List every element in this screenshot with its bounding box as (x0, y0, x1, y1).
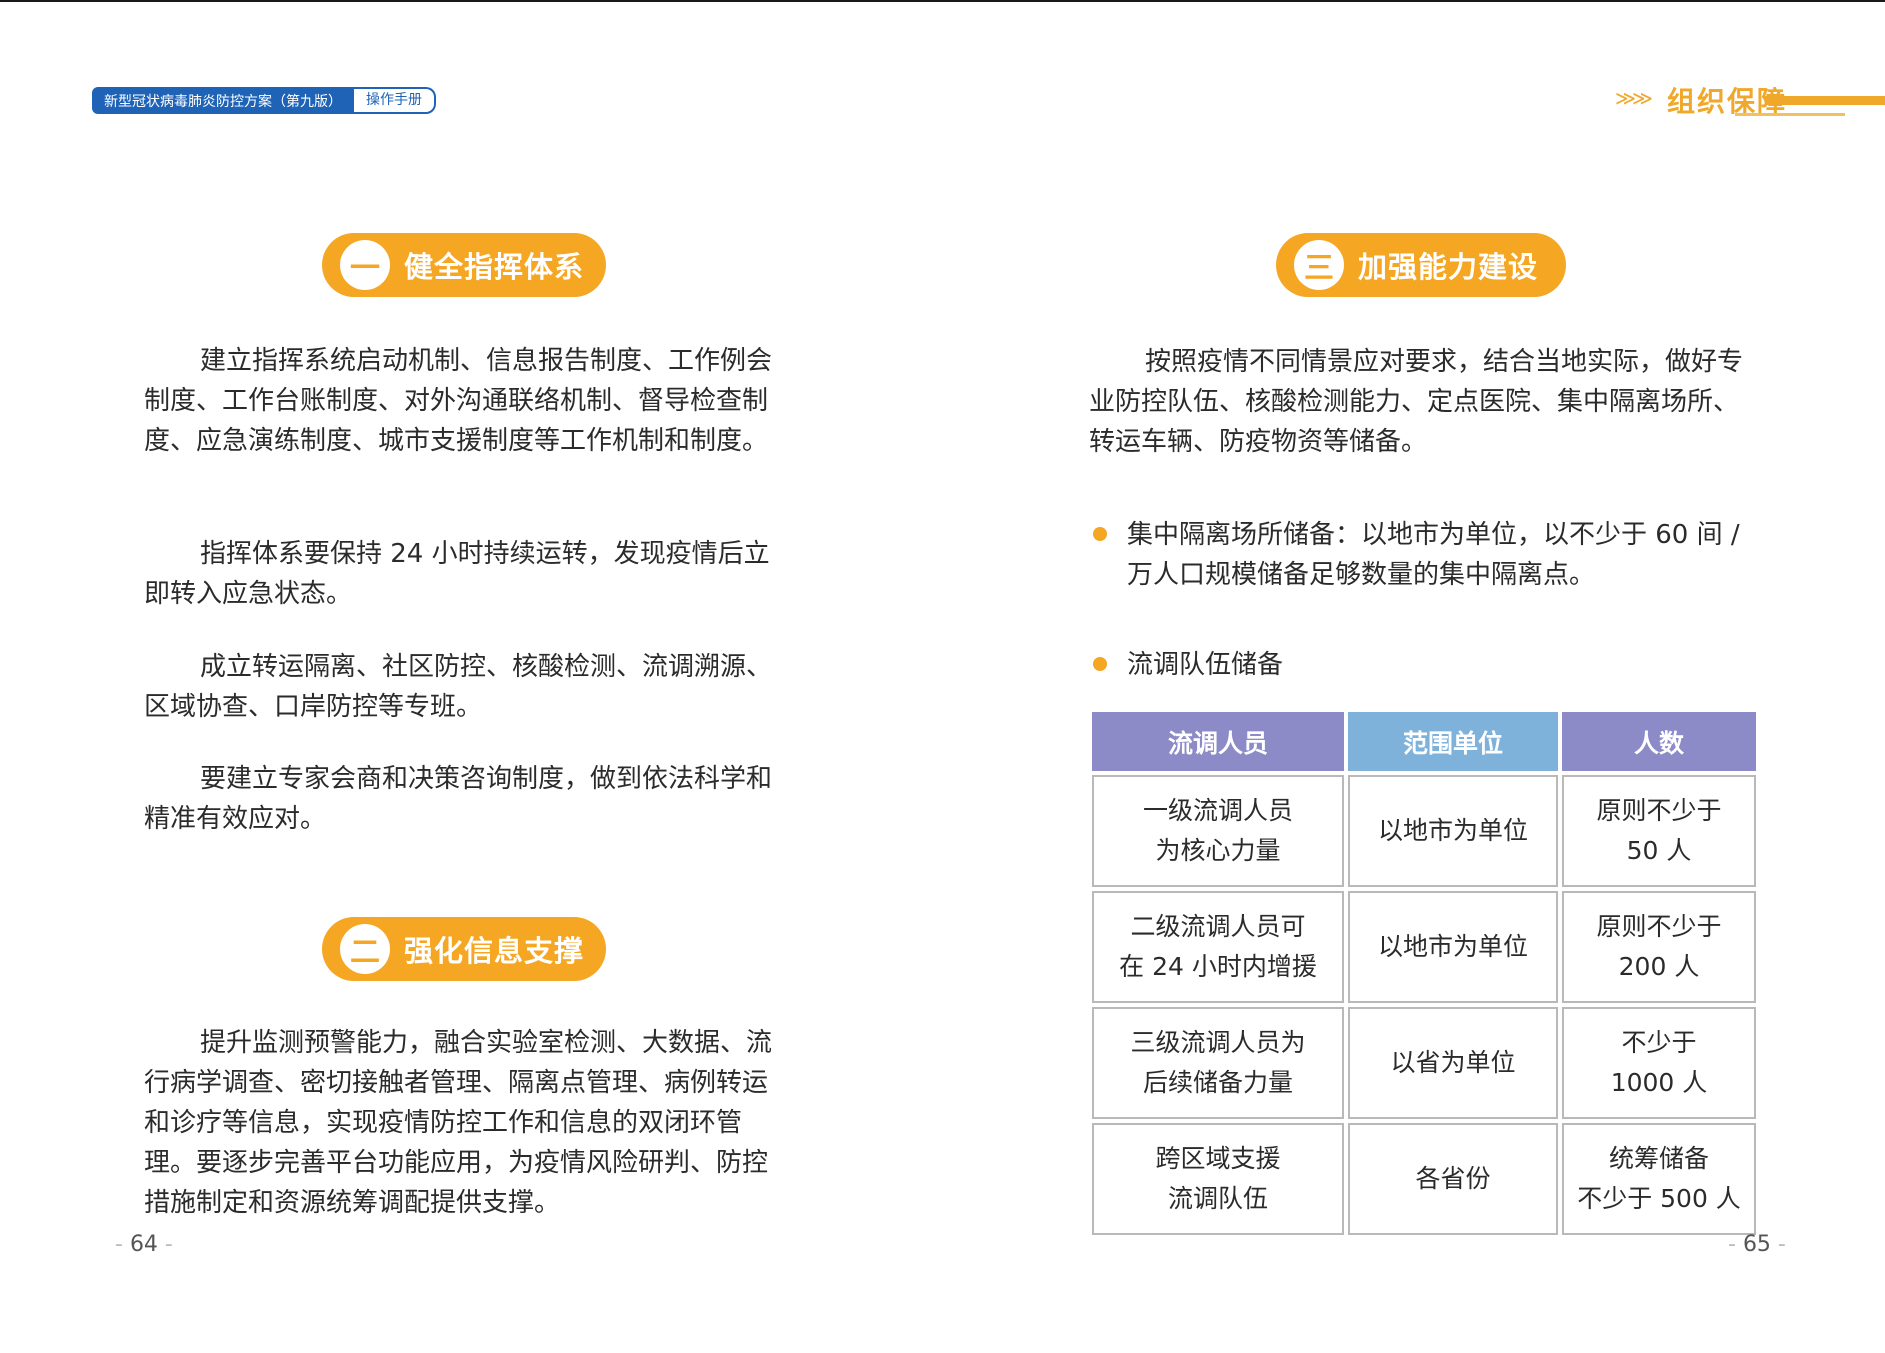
bullet-dot-icon (1093, 657, 1107, 671)
table-cell: 以地市为单位 (1348, 891, 1558, 1003)
section-title-2: 强化信息支撑 (404, 934, 585, 968)
table-cell: 统筹储备 不少于 500 人 (1562, 1123, 1756, 1235)
table-cell: 原则不少于 200 人 (1562, 891, 1756, 1003)
section-title-1: 健全指挥体系 (404, 250, 585, 284)
table-cell: 原则不少于 50 人 (1562, 775, 1756, 887)
paragraph: 指挥体系要保持 24 小时持续运转，发现疫情后立即转入应急状态。 (144, 539, 770, 609)
table-cell: 各省份 (1348, 1123, 1558, 1235)
page-number-right: - 65 - (1728, 1232, 1786, 1257)
header-accent-bar (1765, 96, 1885, 105)
header-accent-line (1735, 113, 1845, 116)
table-cell: 以地市为单位 (1348, 775, 1558, 887)
section-number-2: 二 (340, 924, 390, 974)
section-heading-2: 二 强化信息支撑 (322, 917, 606, 981)
bullet-dot-icon (1093, 527, 1107, 541)
section-number-1: 一 (340, 240, 390, 290)
table-header-cell: 范围单位 (1348, 712, 1558, 771)
staff-reserve-table: 流调人员 范围单位 人数 一级流调人员 为核心力量 以地市为单位 原则不少于 5… (1088, 708, 1760, 1239)
section-title-3: 加强能力建设 (1358, 250, 1539, 284)
header-book-name: 新型冠状病毒肺炎防控方案（第九版） (92, 87, 354, 114)
bullet-text: 流调队伍储备 (1127, 650, 1284, 680)
table-row: 二级流调人员可 在 24 小时内增援 以地市为单位 原则不少于 200 人 (1092, 891, 1756, 1003)
paragraph: 提升监测预警能力，融合实验室检测、大数据、流行病学调查、密切接触者管理、隔离点管… (144, 1028, 773, 1218)
table-cell: 二级流调人员可 在 24 小时内增援 (1092, 891, 1344, 1003)
chevron-deco-icon: ≫≫ (1615, 86, 1653, 110)
bullet-item: 集中隔离场所储备：以地市为单位，以不少于 60 间 / 万人口规模储备足够数量的… (1093, 515, 1757, 595)
table-row: 跨区域支援 流调队伍 各省份 统筹储备 不少于 500 人 (1092, 1123, 1756, 1235)
bullet-item: 流调队伍储备 (1093, 645, 1757, 685)
table-cell: 一级流调人员 为核心力量 (1092, 775, 1344, 887)
section-heading-1: 一 健全指挥体系 (322, 233, 606, 297)
section-number-3: 三 (1294, 240, 1344, 290)
table-cell: 以省为单位 (1348, 1007, 1558, 1119)
paragraph: 建立指挥系统启动机制、信息报告制度、工作例会制度、工作台账制度、对外沟通联络机制… (144, 346, 773, 456)
paragraph: 按照疫情不同情景应对要求，结合当地实际，做好专业防控队伍、核酸检测能力、定点医院… (1089, 347, 1744, 457)
header-chapter-label: ≫≫ 组织保障 (1615, 80, 1885, 122)
bullet-text: 集中隔离场所储备：以地市为单位，以不少于 60 间 / 万人口规模储备足够数量的… (1127, 520, 1740, 590)
table-header-row: 流调人员 范围单位 人数 (1092, 712, 1756, 771)
table-cell: 不少于 1000 人 (1562, 1007, 1756, 1119)
table-cell: 跨区域支援 流调队伍 (1092, 1123, 1344, 1235)
page-number-left: - 64 - (115, 1232, 173, 1257)
table-cell: 三级流调人员为 后续储备力量 (1092, 1007, 1344, 1119)
table-header-cell: 流调人员 (1092, 712, 1344, 771)
table-header-cell: 人数 (1562, 712, 1756, 771)
top-border-line (0, 0, 1885, 2)
header-book-tag: 操作手册 (354, 87, 436, 114)
table-row: 一级流调人员 为核心力量 以地市为单位 原则不少于 50 人 (1092, 775, 1756, 887)
paragraph: 要建立专家会商和决策咨询制度，做到依法科学和精准有效应对。 (144, 764, 773, 834)
header-book-title: 新型冠状病毒肺炎防控方案（第九版） 操作手册 (92, 87, 436, 114)
table-row: 三级流调人员为 后续储备力量 以省为单位 不少于 1000 人 (1092, 1007, 1756, 1119)
section-heading-3: 三 加强能力建设 (1276, 233, 1566, 297)
paragraph: 成立转运隔离、社区防控、核酸检测、流调溯源、区域协查、口岸防控等专班。 (144, 652, 773, 722)
